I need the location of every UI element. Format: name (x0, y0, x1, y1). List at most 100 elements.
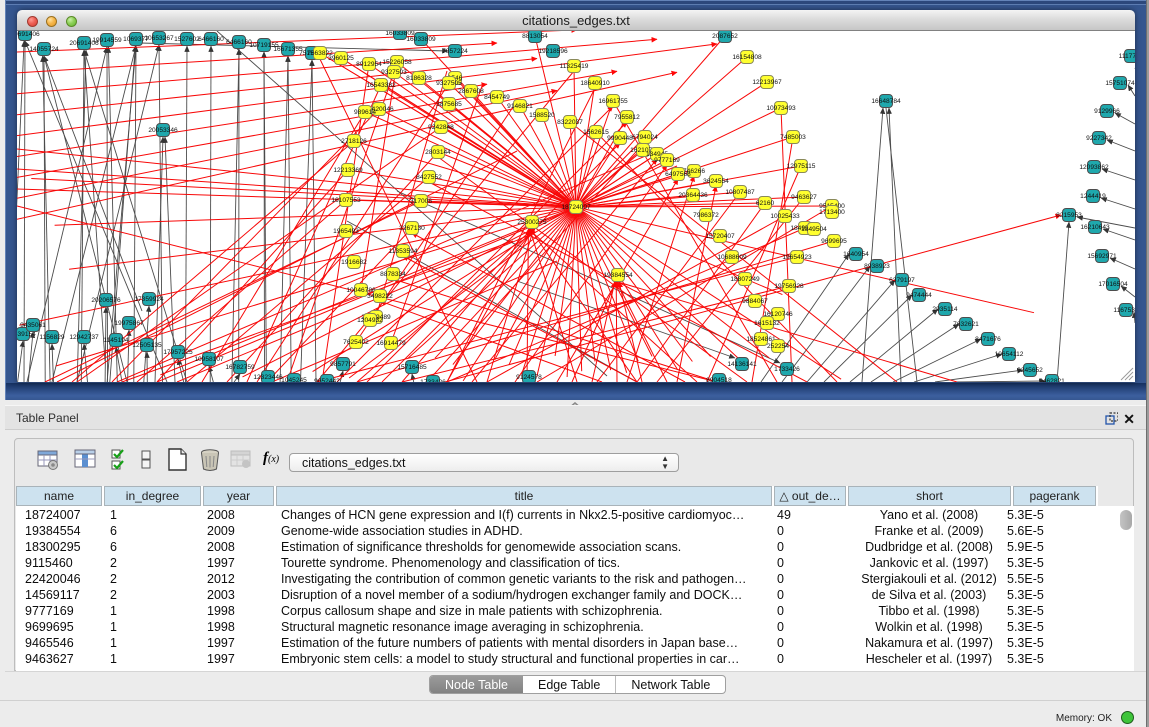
svg-text:9435061: 9435061 (20, 322, 46, 329)
svg-text:1588520: 1588520 (529, 112, 555, 119)
svg-text:3267130: 3267130 (399, 225, 425, 232)
svg-text:1713400: 1713400 (819, 209, 845, 216)
svg-text:17359924: 17359924 (134, 296, 164, 303)
svg-text:10653267: 10653267 (144, 35, 174, 42)
svg-text:8215953: 8215953 (1056, 212, 1082, 219)
svg-text:19384554: 19384554 (603, 272, 633, 279)
svg-text:10807487: 10807487 (725, 189, 755, 196)
svg-text:16782759: 16782759 (225, 364, 255, 371)
svg-text:16107553: 16107553 (331, 197, 361, 204)
svg-text:15720407: 15720407 (705, 233, 735, 240)
svg-text:19756928: 19756928 (774, 283, 804, 290)
svg-text:15751074: 15751074 (1105, 80, 1135, 87)
svg-text:8938923: 8938923 (864, 263, 890, 270)
svg-text:9327503: 9327503 (381, 69, 407, 76)
svg-text:6466160: 6466160 (226, 39, 252, 46)
svg-text:1204932: 1204932 (357, 317, 383, 324)
svg-text:10654112: 10654112 (995, 351, 1024, 358)
svg-text:6466160: 6466160 (198, 36, 224, 43)
svg-text:9857791: 9857791 (330, 361, 356, 368)
svg-text:2087652: 2087652 (712, 33, 738, 40)
svg-text:11353594: 11353594 (389, 248, 418, 255)
svg-text:18724007: 18724007 (561, 204, 591, 211)
svg-text:15716485: 15716485 (397, 364, 427, 371)
svg-text:3498222: 3498222 (367, 293, 393, 300)
svg-text:9990448: 9990448 (607, 135, 633, 142)
svg-text:252254: 252254 (767, 343, 789, 350)
svg-text:1156829: 1156829 (39, 334, 65, 341)
svg-text:10958107: 10958107 (194, 356, 224, 363)
svg-text:19914559: 19914559 (92, 37, 122, 44)
svg-text:6497568: 6497568 (665, 171, 691, 178)
svg-text:16154808: 16154808 (732, 54, 762, 61)
svg-text:17957225: 17957225 (163, 349, 193, 356)
svg-text:8878334: 8878334 (380, 271, 406, 278)
svg-text:20691406: 20691406 (17, 31, 40, 38)
svg-text:9146821: 9146821 (507, 103, 533, 110)
svg-text:2867608: 2867608 (458, 88, 484, 95)
svg-text:3960125: 3960125 (328, 55, 354, 62)
svg-text:9777169: 9777169 (654, 157, 680, 164)
svg-text:9327505: 9327505 (436, 80, 462, 87)
svg-text:19975867: 19975867 (114, 320, 144, 327)
svg-text:19654923: 19654923 (782, 254, 812, 261)
svg-text:25300275: 25300275 (517, 219, 547, 226)
svg-text:1244419: 1244419 (1080, 193, 1106, 200)
svg-text:62160: 62160 (756, 200, 775, 207)
svg-text:7632621: 7632621 (953, 321, 979, 328)
svg-text:8813054: 8813054 (522, 33, 548, 40)
svg-text:17016504: 17016504 (1098, 281, 1128, 288)
svg-text:12093862: 12093862 (1079, 164, 1109, 171)
svg-text:1640954: 1640954 (843, 251, 869, 258)
svg-text:12213967: 12213967 (752, 79, 782, 86)
svg-text:18640910: 18640910 (580, 80, 610, 87)
svg-text:1849504: 1849504 (801, 226, 827, 233)
svg-text:12975115: 12975115 (787, 163, 816, 170)
svg-text:989614: 989614 (354, 109, 376, 116)
svg-text:14136141: 14136141 (727, 361, 757, 368)
svg-text:7485003: 7485003 (780, 134, 806, 141)
svg-text:15692971: 15692971 (1087, 253, 1117, 260)
svg-text:2803144: 2803144 (425, 149, 451, 156)
svg-text:12942737: 12942737 (69, 334, 99, 341)
svg-text:16543382: 16543382 (366, 82, 396, 89)
svg-text:7625402: 7625402 (343, 339, 369, 346)
svg-text:16961755: 16961755 (598, 98, 628, 105)
svg-text:9245652: 9245652 (1017, 367, 1043, 374)
svg-text:7857224: 7857224 (442, 48, 468, 55)
svg-text:10688609: 10688609 (717, 254, 747, 261)
svg-text:9652442: 9652442 (314, 378, 340, 382)
svg-text:20364436: 20364436 (678, 192, 708, 199)
svg-text:16914479: 16914479 (376, 340, 406, 347)
svg-text:1562615: 1562615 (583, 129, 609, 136)
svg-text:1145194: 1145194 (103, 337, 129, 344)
svg-text:19218596: 19218596 (538, 48, 568, 55)
svg-text:14055724: 14055724 (29, 46, 59, 53)
svg-text:1167533: 1167533 (1113, 307, 1135, 314)
svg-text:3875685: 3875685 (436, 101, 462, 108)
svg-text:317006: 317006 (410, 198, 432, 205)
svg-text:8471676: 8471676 (975, 336, 1001, 343)
svg-text:10025433: 10025433 (770, 213, 800, 220)
svg-text:6379197: 6379197 (889, 277, 915, 284)
svg-text:1733426: 1733426 (420, 379, 446, 382)
svg-text:9242848: 9242848 (428, 124, 454, 131)
svg-text:11325419: 11325419 (560, 63, 589, 70)
svg-text:20053346: 20053346 (148, 127, 178, 134)
svg-text:9227342: 9227342 (1086, 135, 1112, 142)
svg-text:2718126: 2718126 (341, 138, 367, 145)
svg-text:16210643: 16210643 (1080, 224, 1110, 231)
svg-text:2935114: 2935114 (932, 306, 958, 313)
svg-text:8427552: 8427552 (416, 174, 442, 181)
svg-text:1733426: 1733426 (774, 366, 800, 373)
svg-text:9884067: 9884067 (742, 298, 768, 305)
svg-text:9463627: 9463627 (791, 194, 817, 201)
svg-text:1965493: 1965493 (333, 228, 359, 235)
svg-text:1916682: 1916682 (341, 259, 367, 266)
svg-text:7986372: 7986372 (693, 212, 719, 219)
svg-text:8186328: 8186328 (406, 75, 432, 82)
svg-text:9474444: 9474444 (906, 292, 932, 299)
svg-text:12505135: 12505135 (132, 342, 162, 349)
svg-text:16033809: 16033809 (406, 36, 436, 43)
svg-text:1615132: 1615132 (754, 320, 780, 327)
